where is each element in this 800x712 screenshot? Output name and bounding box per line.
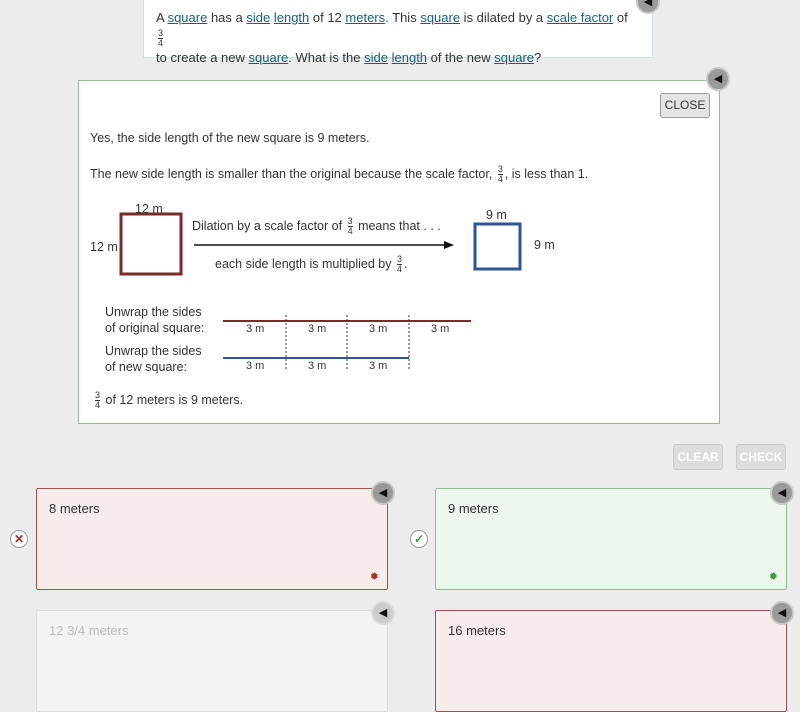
x-icon: ✕ [10,530,28,548]
segment-label: 3 m [308,323,327,335]
segment-label: 3 m [246,323,265,335]
original-square [119,212,183,276]
speaker-icon[interactable]: ◀ [371,601,395,625]
new-top-label: 9 m [486,208,507,222]
arrow-top-text: Dilation by a scale factor of 34 means t… [192,216,441,236]
speaker-icon[interactable]: ◀ [706,67,730,91]
question-text: to create a new [156,50,249,66]
glossary-link[interactable]: square [249,50,289,65]
question-text: of the new [427,50,495,66]
answer-option[interactable]: 8 meters ✹ [36,488,388,590]
glossary-link[interactable]: length [274,10,309,25]
question-text: ? [534,50,542,66]
fraction: 34 [158,28,164,49]
check-icon: ✓ [410,530,428,548]
arrow-bottom-text: each side length is multiplied by 34. [215,254,408,274]
question-text: of [613,10,628,25]
question-text: is dilated by a [460,10,547,25]
glossary-link[interactable]: meters [345,10,385,25]
clear-button[interactable]: CLEAR [673,444,723,470]
question-box: A square has a side length of 12 meters.… [143,0,653,65]
unwrap-original-label: Unwrap the sides of original square: [105,305,205,335]
glossary-link[interactable]: square [420,10,460,25]
feedback-line-1: Yes, the side length of the new square i… [90,131,370,145]
new-square [473,222,522,271]
close-button[interactable]: CLOSE [660,93,710,118]
glossary-link[interactable]: scale factor [547,10,613,25]
new-side-label: 9 m [534,238,555,252]
question-text: A [156,10,168,25]
conclusion: 34 of 12 meters is 9 meters. [95,390,244,410]
segment-label: 3 m [246,360,265,372]
answer-option[interactable]: 16 meters [435,610,787,712]
feedback-panel: CLOSE Yes, the side length of the new sq… [78,80,720,424]
lightbulb-icon: ✹ [369,571,379,583]
original-side-label: 12 m [90,240,118,254]
segment-label: 3 m [308,360,327,372]
lightbulb-icon: ✹ [768,571,778,583]
segment-label: 3 m [369,323,388,335]
speaker-icon[interactable]: ◀ [770,481,794,505]
question-text: of 12 [309,10,346,25]
glossary-link[interactable]: side [364,50,388,65]
glossary-link[interactable]: length [392,50,427,65]
glossary-link[interactable]: square [168,10,208,25]
segment-label: 3 m [369,360,388,372]
question-text: . What is the [288,50,365,66]
glossary-link[interactable]: side [246,10,270,25]
speaker-icon[interactable]: ◀ [371,481,395,505]
feedback-line-2: The new side length is smaller than the … [90,164,589,184]
question-text: has a [207,10,247,25]
answer-option[interactable]: 9 meters ✹ [435,488,787,590]
question-text: . This [385,10,421,25]
glossary-link[interactable]: square [494,50,534,65]
answer-option[interactable]: 12 3/4 meters [36,610,388,712]
speaker-icon[interactable]: ◀ [770,601,794,625]
original-top-label: 12 m [135,202,163,216]
check-button[interactable]: CHECK [736,444,786,470]
segment-label: 3 m [431,323,450,335]
unwrap-new-label: Unwrap the sides of new square: [105,344,202,374]
